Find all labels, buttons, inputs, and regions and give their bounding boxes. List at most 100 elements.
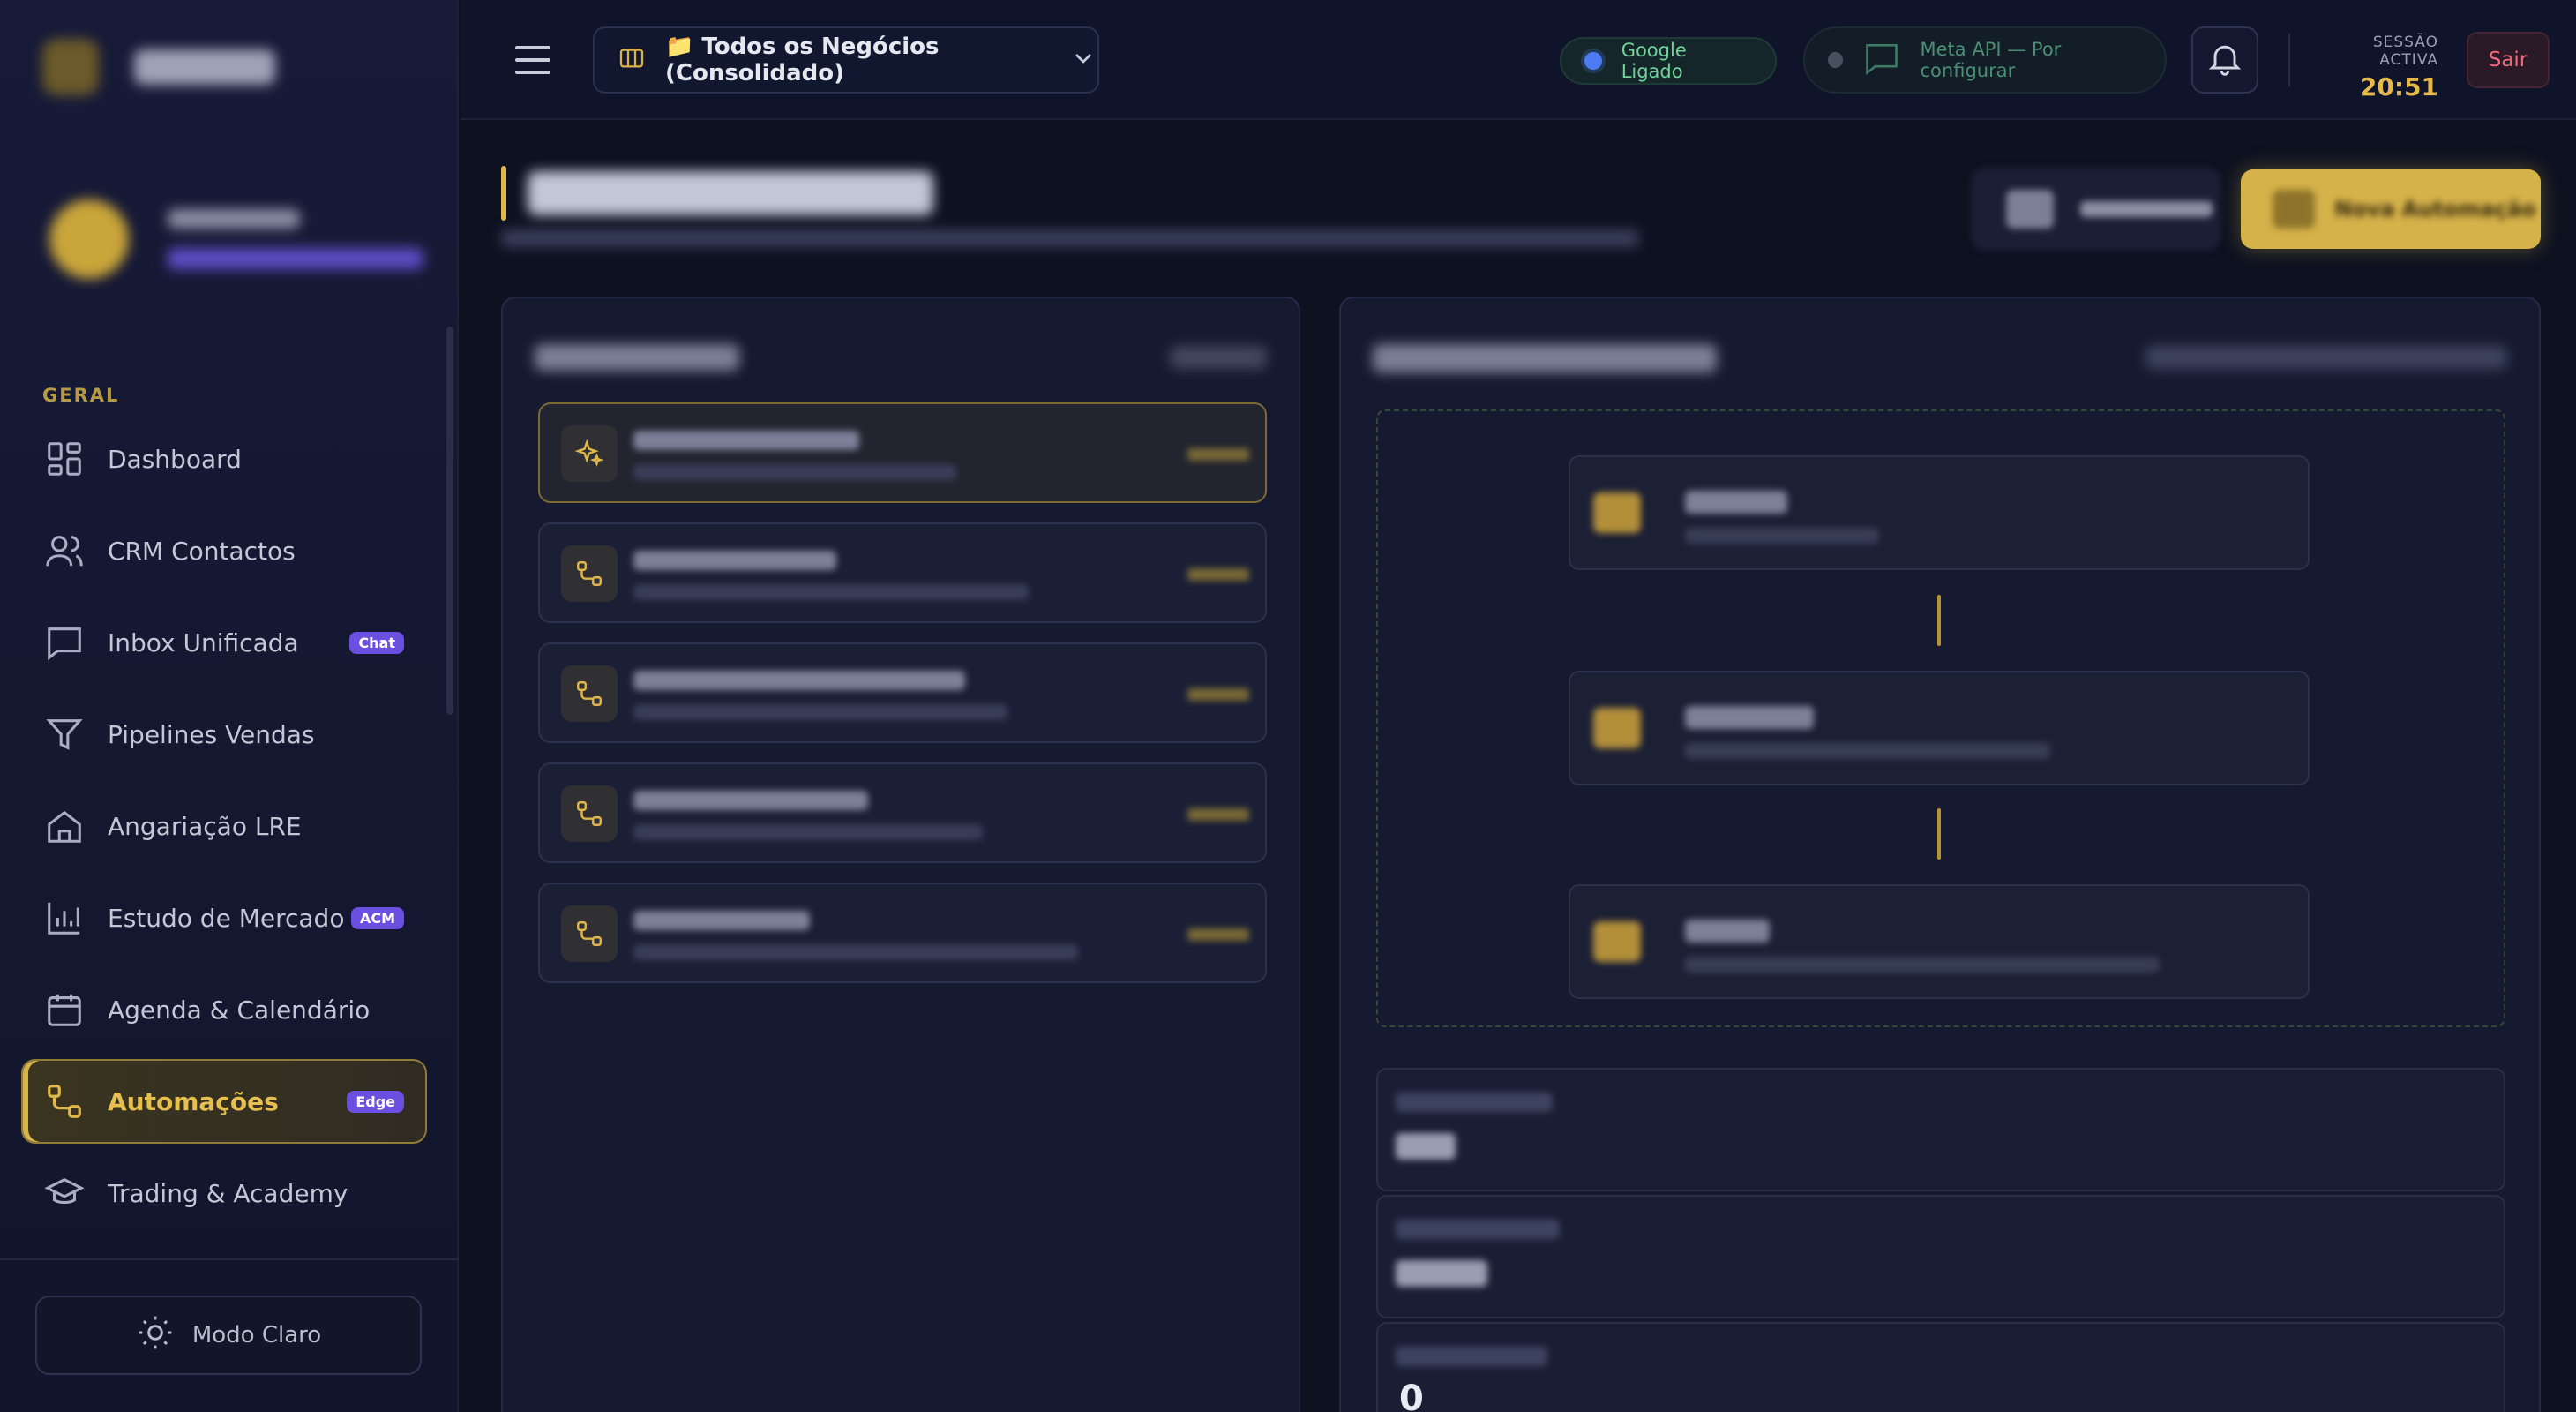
avatar bbox=[49, 199, 129, 279]
sidebar-nav: Dashboard CRM Contactos Inbox Unificada … bbox=[21, 417, 427, 1243]
flow-name bbox=[633, 431, 859, 450]
flow-status-badge bbox=[1187, 688, 1249, 701]
sidebar-item-dashboard[interactable]: Dashboard bbox=[21, 417, 427, 501]
funnel-icon bbox=[44, 714, 85, 755]
sidebar-divider bbox=[0, 1258, 459, 1260]
stat-value bbox=[1396, 1133, 1456, 1160]
sidebar-item-angariacao-lre[interactable]: Angariação LRE bbox=[21, 784, 427, 868]
flow-editor-hint bbox=[2145, 346, 2507, 369]
acm-badge: ACM bbox=[350, 907, 404, 929]
workflow-icon bbox=[561, 785, 618, 842]
logo-text bbox=[134, 49, 275, 85]
graduation-cap-icon bbox=[44, 1173, 85, 1213]
sidebar-scrollbar[interactable] bbox=[446, 327, 453, 715]
meta-status-pill[interactable]: Meta API — Por configurar bbox=[1803, 26, 2167, 94]
sidebar-item-estudo-de-mercado[interactable]: Estudo de Mercado ACM bbox=[21, 875, 427, 960]
topbar-divider bbox=[2288, 34, 2290, 86]
sidebar-item-agenda-calendario[interactable]: Agenda & Calendário bbox=[21, 967, 427, 1052]
stat-field bbox=[1376, 1195, 2505, 1318]
columns-icon bbox=[618, 44, 646, 76]
theme-toggle-label: Modo Claro bbox=[191, 1322, 322, 1348]
node-title bbox=[1685, 491, 1787, 514]
workflow-icon bbox=[44, 1081, 85, 1122]
workflow-icon bbox=[561, 905, 618, 962]
users-icon bbox=[44, 530, 85, 571]
node-title bbox=[1685, 706, 1814, 729]
menu-toggle-icon[interactable] bbox=[515, 46, 550, 78]
sidebar-item-crm-contactos[interactable]: CRM Contactos bbox=[21, 508, 427, 593]
session-label: SESSÃO ACTIVA bbox=[2372, 34, 2438, 69]
flow-connector bbox=[1937, 595, 1941, 646]
sidebar-item-label: Trading & Academy bbox=[108, 1178, 348, 1208]
notifications-button[interactable] bbox=[2191, 26, 2258, 94]
logout-button[interactable]: Sair bbox=[2467, 32, 2550, 88]
google-status-pill[interactable]: Google Ligado bbox=[1560, 37, 1777, 85]
google-status-label: Google Ligado bbox=[1621, 40, 1687, 82]
flows-count-badge bbox=[1170, 346, 1267, 369]
session-info: SESSÃO ACTIVA 20:51 bbox=[2317, 34, 2438, 101]
sidebar-item-inbox-unificada[interactable]: Inbox Unificada Chat bbox=[21, 600, 427, 685]
flow-item[interactable] bbox=[538, 642, 1267, 743]
flow-node-action[interactable] bbox=[1569, 884, 2310, 999]
new-automation-button[interactable]: Nova Automação bbox=[2241, 169, 2541, 249]
flow-item[interactable] bbox=[538, 882, 1267, 983]
flow-item[interactable] bbox=[538, 402, 1267, 503]
flow-canvas[interactable] bbox=[1376, 409, 2505, 1027]
flow-status-badge bbox=[1187, 928, 1249, 941]
flow-item[interactable] bbox=[538, 762, 1267, 863]
chat-icon bbox=[44, 622, 85, 663]
node-title bbox=[1685, 920, 1770, 943]
page-title bbox=[528, 171, 933, 215]
workflow-icon bbox=[561, 665, 618, 722]
flow-node-trigger[interactable] bbox=[1569, 455, 2310, 570]
trigger-icon bbox=[1593, 492, 1641, 533]
user-profile[interactable] bbox=[49, 199, 423, 279]
action-icon bbox=[1593, 921, 1641, 962]
flow-name bbox=[633, 671, 965, 690]
sidebar-item-pipelines-vendas[interactable]: Pipelines Vendas bbox=[21, 692, 427, 777]
flow-name bbox=[633, 791, 868, 810]
flow-item[interactable] bbox=[538, 522, 1267, 623]
sidebar-item-label: Automações bbox=[108, 1086, 279, 1116]
app-logo[interactable] bbox=[42, 39, 275, 95]
flow-node-condition[interactable] bbox=[1569, 671, 2310, 785]
flow-editor-title bbox=[1373, 344, 1717, 372]
flow-name bbox=[633, 551, 836, 570]
google-status-dot bbox=[1584, 52, 1602, 70]
sidebar-item-trading-academy[interactable]: Trading & Academy bbox=[21, 1151, 427, 1236]
stat-field: 0 bbox=[1376, 1322, 2505, 1412]
plus-icon bbox=[2273, 190, 2315, 229]
flow-description bbox=[633, 464, 956, 480]
sparkles-icon bbox=[561, 425, 618, 482]
business-selector-value: 📁 Todos os Negócios (Consolidado) bbox=[665, 34, 940, 86]
title-accent-bar bbox=[501, 166, 506, 221]
nav-section-label: GERAL bbox=[42, 385, 120, 406]
sidebar-item-label: Agenda & Calendário bbox=[108, 995, 371, 1025]
main-content: Nova Automação 0 bbox=[461, 120, 2576, 1412]
edge-badge: Edge bbox=[347, 1091, 404, 1113]
sidebar-item-automacoes[interactable]: Automações Edge bbox=[21, 1059, 427, 1144]
workflow-icon bbox=[561, 545, 618, 602]
bar-chart-icon bbox=[44, 898, 85, 938]
flow-status-badge bbox=[1187, 448, 1249, 461]
flow-status-badge bbox=[1187, 808, 1249, 821]
house-icon bbox=[44, 806, 85, 846]
session-time: 20:51 bbox=[2359, 72, 2438, 101]
flow-description bbox=[633, 584, 1029, 600]
secondary-action-button[interactable] bbox=[1973, 169, 2220, 249]
sidebar-item-label: CRM Contactos bbox=[108, 536, 296, 566]
filter-icon bbox=[1593, 708, 1641, 748]
theme-toggle-button[interactable]: Modo Claro bbox=[35, 1296, 422, 1375]
grid-icon bbox=[44, 439, 85, 479]
sidebar-item-label: Angariação LRE bbox=[108, 811, 302, 841]
stat-label bbox=[1396, 1093, 1553, 1112]
stat-label bbox=[1396, 1220, 1560, 1239]
logo-mark-icon bbox=[42, 39, 99, 95]
node-description bbox=[1685, 957, 2160, 973]
user-name bbox=[168, 209, 300, 229]
chevron-down-icon bbox=[1069, 44, 1097, 76]
chat-badge: Chat bbox=[349, 632, 404, 654]
business-selector[interactable]: 📁 Todos os Negócios (Consolidado) bbox=[593, 26, 1099, 94]
sidebar-item-label: Pipelines Vendas bbox=[108, 719, 315, 749]
flow-connector bbox=[1937, 808, 1941, 860]
